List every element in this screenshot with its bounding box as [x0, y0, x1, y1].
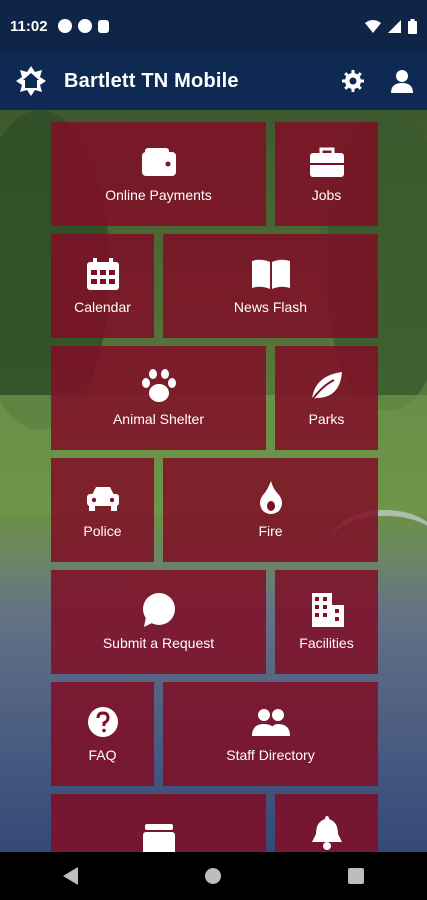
account-person-icon[interactable] — [391, 69, 413, 93]
tile-label: Staff Directory — [226, 747, 315, 763]
tile-label: News Flash — [233, 299, 308, 315]
building-icon — [311, 593, 344, 627]
tile-label: Fire — [258, 523, 283, 539]
tile-label: Online Payments — [105, 187, 212, 203]
chat-bubble-icon — [142, 593, 175, 627]
back-icon[interactable] — [62, 867, 79, 885]
tile-label: Animal Shelter — [112, 411, 205, 427]
tile-police[interactable]: Police — [51, 458, 154, 562]
status-bar: 11:02 — [0, 0, 427, 52]
book-icon — [251, 259, 290, 289]
system-navigation-bar — [0, 852, 427, 900]
tile-label: Facilities — [299, 635, 354, 651]
app-bar: Bartlett TN Mobile — [0, 52, 427, 110]
notification-card-icon — [97, 19, 109, 33]
tile-label: Calendar — [74, 299, 131, 315]
question-icon — [87, 707, 118, 737]
calendar-icon — [86, 258, 119, 290]
battery-icon — [408, 18, 417, 34]
notification-a-icon — [57, 19, 72, 33]
recents-icon[interactable] — [348, 868, 365, 884]
tile-label: Jobs — [311, 187, 342, 203]
tile-calendar[interactable]: Calendar — [51, 234, 154, 338]
tile-submit-a-request[interactable]: Submit a Request — [51, 570, 266, 674]
tile-label: Police — [83, 523, 122, 539]
wallet-icon — [141, 148, 176, 176]
tile-fire[interactable]: Fire — [163, 458, 378, 562]
notification-f-icon — [77, 19, 92, 33]
home-icon[interactable] — [204, 867, 222, 885]
notification-icons — [57, 19, 109, 33]
wifi-icon — [365, 19, 381, 33]
car-icon — [86, 487, 119, 511]
bell-icon — [311, 816, 342, 850]
tile-news-flash[interactable]: News Flash — [163, 234, 378, 338]
system-icons — [365, 18, 417, 34]
status-time: 11:02 — [10, 17, 48, 35]
tile-label: Parks — [308, 411, 345, 427]
briefcase-icon — [309, 147, 344, 177]
tile-staff-directory[interactable]: Staff Directory — [163, 682, 378, 786]
tile-jobs[interactable]: Jobs — [275, 122, 378, 226]
tile-animal-shelter[interactable]: Animal Shelter — [51, 346, 266, 450]
signal-icon — [388, 19, 401, 33]
tile-label: Submit a Request — [102, 635, 215, 651]
tile-label: FAQ — [88, 747, 117, 763]
people-icon — [251, 709, 290, 736]
bartlett-logo-icon — [16, 66, 46, 96]
flame-icon — [259, 481, 282, 514]
settings-gear-icon[interactable] — [341, 69, 365, 93]
tile-online-payments[interactable]: Online Payments — [51, 122, 266, 226]
tile-facilities[interactable]: Facilities — [275, 570, 378, 674]
app-title: Bartlett TN Mobile — [64, 69, 239, 92]
tile-faq[interactable]: FAQ — [51, 682, 154, 786]
paw-icon — [141, 369, 176, 402]
archive-icon — [142, 824, 175, 854]
leaf-icon — [310, 372, 342, 401]
tile-parks[interactable]: Parks — [275, 346, 378, 450]
